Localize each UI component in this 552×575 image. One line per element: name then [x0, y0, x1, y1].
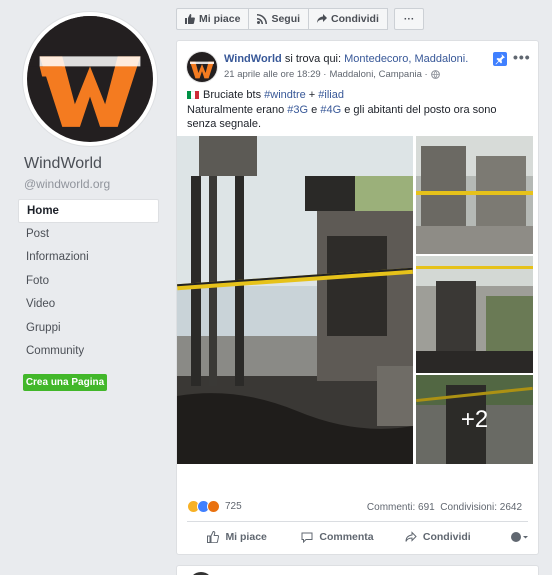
like-post-button[interactable]: Mi piace [187, 531, 287, 543]
more-photos-overlay[interactable]: +2 [416, 375, 533, 464]
hashtag-iliad[interactable]: #iliad [318, 89, 344, 101]
post-photo-3[interactable] [416, 256, 533, 373]
follow-label: Segui [271, 13, 301, 25]
hashtag-windtre[interactable]: #windtre [264, 89, 306, 101]
reactions-count[interactable]: 725 [225, 501, 242, 512]
globe-icon [430, 70, 440, 79]
post-meta: 21 aprile alle ore 18:29 · Maddaloni, Ca… [224, 69, 440, 80]
nav-item-post[interactable]: Post [18, 223, 159, 247]
nav-item-video[interactable]: Video [18, 293, 159, 317]
like-page-label: Mi piace [199, 13, 241, 25]
comment-button[interactable]: Commenta [287, 531, 387, 543]
page-action-bar: Mi piace Segui Condividi ··· [176, 8, 425, 30]
location-prefix: si trova qui: [284, 53, 342, 65]
post-text-a: Naturalmente erano [187, 104, 285, 116]
hashtag-3g[interactable]: #3G [287, 104, 308, 116]
audience-selector[interactable] [488, 531, 528, 543]
post-stats: Commenti: 691 Condivisioni: 2642 [367, 502, 522, 513]
plus-text: + [308, 89, 316, 101]
post-text-b: e [311, 104, 318, 116]
post-photo-2[interactable] [416, 136, 533, 254]
post-actions: Mi piace Commenta Condividi [187, 527, 528, 547]
comment-label: Commenta [319, 531, 374, 543]
follow-button[interactable]: Segui [249, 8, 310, 30]
italy-flag-icon [187, 91, 199, 99]
location-link[interactable]: Montedecoro, Maddaloni. [344, 53, 468, 65]
nav-item-foto[interactable]: Foto [18, 270, 159, 294]
page-avatar[interactable] [22, 11, 158, 147]
nav-item-gruppi[interactable]: Gruppi [18, 317, 159, 341]
shares-count[interactable]: Condivisioni: 2642 [440, 502, 522, 513]
post-text-line1: Bruciate bts #windtre + #iliad [187, 89, 344, 101]
more-dots-icon: ··· [403, 13, 415, 25]
post-text-line2: Naturalmente erano #3G e #4G e gli abita… [187, 103, 527, 131]
post-date[interactable]: 21 aprile alle ore 18:29 · [224, 69, 326, 80]
page-name[interactable]: WindWorld [24, 155, 102, 173]
share-post-button[interactable]: Condividi [388, 531, 488, 543]
share-arrow-icon [405, 531, 417, 542]
angry-reaction-icon [207, 500, 220, 513]
like-page-button[interactable]: Mi piace [176, 8, 250, 30]
like-post-label: Mi piace [225, 531, 267, 543]
post-author-avatar[interactable] [186, 51, 218, 83]
post-place[interactable]: Maddaloni, Campania · [329, 69, 427, 80]
rss-icon [257, 14, 268, 24]
post-options-icon[interactable]: ••• [513, 49, 531, 65]
thumbs-up-icon [207, 531, 220, 543]
share-page-label: Condividi [331, 13, 379, 25]
nav-item-informazioni[interactable]: Informazioni [18, 246, 159, 270]
page-nav: Home Post Informazioni Foto Video Gruppi… [18, 199, 159, 364]
post-header-title: WindWorld si trova qui: Montedecoro, Mad… [224, 53, 468, 65]
page-handle: @windworld.org [24, 177, 111, 191]
post-photo-main[interactable] [177, 136, 413, 464]
windworld-logo-icon [27, 16, 153, 142]
nav-item-home[interactable]: Home [18, 199, 159, 223]
hashtag-4g[interactable]: #4G [320, 104, 341, 116]
actions-divider [187, 521, 528, 522]
share-post-label: Condividi [422, 531, 471, 543]
globe-dropdown-icon [510, 532, 528, 542]
share-page-button[interactable]: Condividi [309, 8, 388, 30]
thumbs-up-icon [185, 14, 195, 24]
comment-icon [301, 532, 313, 543]
left-column: WindWorld @windworld.org Home Post Infor… [0, 0, 166, 575]
post-card: WindWorld si trova qui: Montedecoro, Mad… [176, 40, 539, 555]
reactions-summary[interactable]: 725 [187, 500, 242, 513]
windworld-logo-icon [187, 52, 217, 82]
share-arrow-icon [317, 14, 328, 23]
create-page-button[interactable]: Crea una Pagina [23, 374, 107, 391]
next-post-card [176, 565, 539, 575]
nav-item-community[interactable]: Community [18, 340, 159, 364]
pin-icon[interactable] [493, 52, 507, 66]
more-options-button[interactable]: ··· [393, 8, 425, 30]
post-text-prefix: Bruciate bts [203, 89, 262, 101]
comments-count[interactable]: Commenti: 691 [367, 502, 435, 513]
post-author-link[interactable]: WindWorld [224, 53, 282, 65]
